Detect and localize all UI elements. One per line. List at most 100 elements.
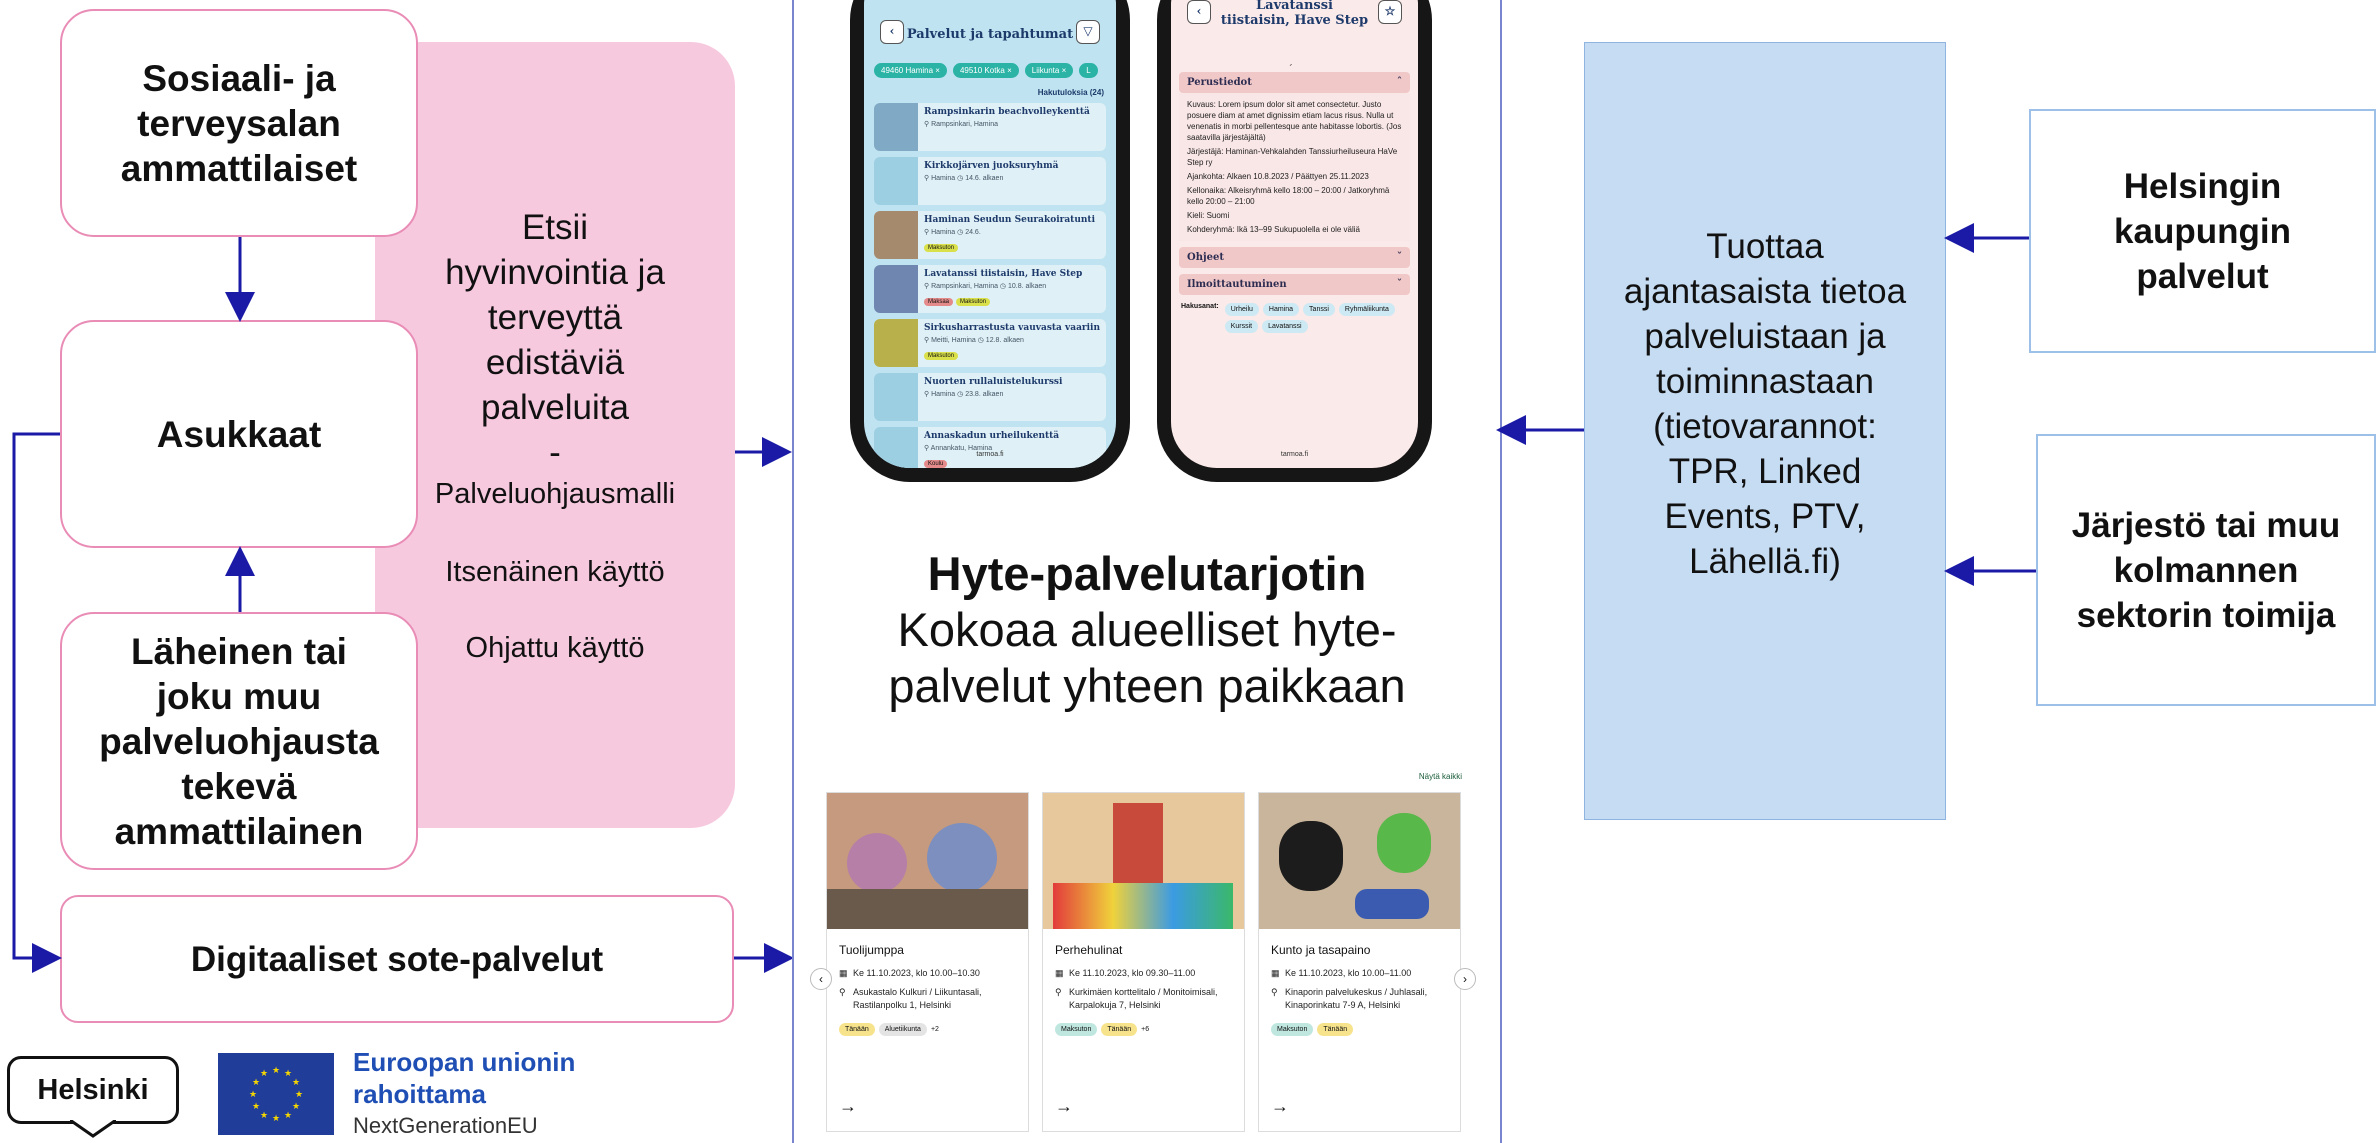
- event-tag: Aluetiikunta: [878, 1023, 927, 1036]
- eu-line-2: rahoittama: [353, 1079, 486, 1109]
- section-guides-label: Ohjeet: [1187, 252, 1224, 263]
- result-tag: Maksuton: [956, 298, 991, 306]
- filter-chip[interactable]: Liikunta ×: [1024, 63, 1074, 78]
- phone-screen: ‹ Lavatanssi tiistaisin, Have Step ☆ Yht…: [1171, 0, 1418, 468]
- result-title: Nuorten rullaluistelukurssi: [924, 377, 1063, 387]
- basic-info-line: Järjestäjä: Haminan-Vehkalahden Tanssiur…: [1187, 147, 1398, 167]
- svg-text:★: ★: [295, 1090, 303, 1100]
- show-all-link[interactable]: Näytä kaikki: [1380, 772, 1462, 781]
- calendar-icon: ▦: [1055, 968, 1064, 978]
- result-item[interactable]: Kirkkojärven juoksuryhmä ⚲ Hamina ◷ 14.6.…: [874, 157, 1106, 205]
- section-signup-label: Ilmoittautuminen: [1187, 279, 1287, 290]
- filter-chip[interactable]: L: [1079, 63, 1098, 78]
- helsinki-logo-tail: [70, 1120, 116, 1138]
- filter-icon[interactable]: ▽: [1076, 20, 1100, 44]
- result-title: Haminan Seudun Seurakoiratunti: [924, 215, 1096, 225]
- result-sub: ⚲ Hamina ◷ 24.6.: [924, 229, 981, 236]
- result-sub: ⚲ Hamina ◷ 14.6. alkaen: [924, 175, 1004, 182]
- keyword-chip[interactable]: Urheilu: [1224, 303, 1259, 316]
- result-title: Lavatanssi tiistaisin, Have Step: [924, 269, 1083, 279]
- event-card-place: ⚲ Asukastalo Kulkuri / Liikuntasali, Rast…: [839, 986, 1016, 1012]
- carousel-next-button[interactable]: ›: [1454, 968, 1476, 990]
- result-item[interactable]: Haminan Seudun Seurakoiratunti ⚲ Hamina ◷…: [874, 211, 1106, 259]
- results-count: Hakutuloksia (24): [1037, 88, 1104, 97]
- keyword-chip[interactable]: Ryhmäliikunta: [1338, 303, 1395, 316]
- event-card[interactable]: Perhehulinat ▦ Ke 11.10.2023, klo 09.30–1…: [1042, 792, 1245, 1132]
- result-item[interactable]: Sirkusharrastusta vauvasta vaariin ⚲ Meit…: [874, 319, 1106, 367]
- left-connectors: [12, 237, 794, 973]
- basic-info-body: Kuvaus: Lorem ipsum dolor sit amet conse…: [1179, 93, 1410, 241]
- helsinki-logo-text: Helsinki: [37, 1073, 149, 1106]
- section-basic-info[interactable]: Perustiedot ˆ: [1179, 72, 1410, 93]
- result-tag: Maksaa: [924, 298, 954, 306]
- section-guides[interactable]: Ohjeet ˇ: [1179, 247, 1410, 268]
- result-thumbnail: [874, 157, 918, 205]
- star-icon[interactable]: ☆: [1378, 0, 1402, 24]
- calendar-icon: ▦: [839, 968, 848, 978]
- arrow-right-icon[interactable]: →: [1055, 1096, 1073, 1117]
- eu-line-3: NextGenerationEU: [353, 1113, 538, 1138]
- event-card-image: [1259, 793, 1460, 929]
- result-sub: ⚲ Hamina ◷ 23.8. alkaen: [924, 391, 1004, 398]
- event-card-date: ▦ Ke 11.10.2023, klo 10.00–10.30: [839, 967, 1016, 980]
- helsinki-services-node: Helsingin kaupungin palvelut: [2029, 109, 2376, 353]
- chevron-up-icon: ˆ: [1397, 77, 1402, 88]
- basic-info-line: Kuvaus: Lorem ipsum dolor sit amet conse…: [1187, 100, 1402, 142]
- result-title: Rampsinkarin beachvolleykenttä: [924, 107, 1090, 117]
- filter-chips: 49460 Hamina × 49510 Kotka × Liikunta × L: [864, 52, 1116, 86]
- arrow-right-icon[interactable]: →: [1271, 1096, 1289, 1117]
- result-title: Annaskadun urheilukenttä: [924, 431, 1060, 441]
- back-icon[interactable]: ‹: [880, 20, 904, 44]
- third-sector-node: Järjestö tai muu kolmannen sektorin toim…: [2036, 434, 2376, 706]
- event-card-date: ▦ Ke 11.10.2023, klo 09.30–11.00: [1055, 967, 1232, 980]
- event-tag-more: +6: [1141, 1026, 1150, 1033]
- result-title: Kirkkojärven juoksuryhmä: [924, 161, 1059, 171]
- event-tag-more: +2: [930, 1026, 939, 1033]
- section-signup[interactable]: Ilmoittautuminen ˇ: [1179, 274, 1410, 295]
- basic-info-line: Kohderyhmä: Ikä 13–99 Sukupuolella ei ol…: [1187, 225, 1361, 234]
- event-title: Lavatanssi tiistaisin, Have Step: [1220, 0, 1369, 28]
- keyword-chip[interactable]: Kurssit: [1224, 320, 1259, 333]
- event-tag: Maksuton: [1055, 1023, 1098, 1036]
- carousel-prev-button[interactable]: ‹: [810, 968, 832, 990]
- keyword-chip[interactable]: Tanssi: [1303, 303, 1335, 316]
- filter-chip[interactable]: 49460 Hamina ×: [874, 63, 947, 78]
- event-card[interactable]: Kunto ja tasapaino ▦ Ke 11.10.2023, klo 1…: [1258, 792, 1461, 1132]
- phone-footer: tarmoa.fi: [1280, 451, 1309, 458]
- eu-flag-icon: ★ ★ ★ ★ ★ ★ ★ ★ ★ ★ ★ ★: [218, 1053, 334, 1135]
- keywords-row: Hakusanat: Urheilu Hamina Tanssi Ryhmäliiku…: [1181, 303, 1408, 337]
- svg-text:★: ★: [284, 1111, 292, 1121]
- back-icon[interactable]: ‹: [1187, 0, 1211, 24]
- result-item[interactable]: Rampsinkarin beachvolleykenttä ⚲ Rampsink…: [874, 103, 1106, 151]
- phone-event-detail: ‹ Lavatanssi tiistaisin, Have Step ☆ Yht…: [1157, 0, 1432, 482]
- org-line: kolmannen: [2113, 550, 2299, 590]
- filter-chip[interactable]: 49510 Kotka ×: [952, 63, 1019, 78]
- basic-info-line: Kieli: Suomi: [1187, 211, 1230, 220]
- keyword-chip[interactable]: Lavatanssi: [1262, 320, 1308, 333]
- location-icon: ⚲: [1271, 987, 1278, 997]
- result-thumbnail: [874, 373, 918, 421]
- event-card-date-text: Ke 11.10.2023, klo 10.00–11.00: [1285, 968, 1412, 978]
- phone-title: Palvelut ja tapahtumat: [906, 27, 1074, 42]
- event-card[interactable]: Tuolijumppa ▦ Ke 11.10.2023, klo 10.00–10…: [826, 792, 1029, 1132]
- keyword-chip[interactable]: Hamina: [1262, 303, 1300, 316]
- hyte-subtitle-line: palvelut yhteen paikkaan: [888, 659, 1406, 712]
- event-tag: Tänään: [1317, 1023, 1354, 1036]
- result-sub: ⚲ Rampsinkari, Hamina ◷ 10.8. alkaen: [924, 283, 1047, 290]
- result-item[interactable]: Annaskadun urheilukenttä ⚲ Annankatu, Ham…: [874, 427, 1106, 468]
- result-item[interactable]: Lavatanssi tiistaisin, Have Step ⚲ Rampsi…: [874, 265, 1106, 313]
- eu-line-1: Euroopan unionin: [353, 1047, 576, 1077]
- event-card-place-text: Kurkimäen korttelitalo / Monitoimisali, …: [1069, 987, 1218, 1010]
- hyte-subtitle-line: Kokoaa alueelliset hyte-: [897, 603, 1397, 656]
- phone-header: ‹ Palvelut ja tapahtumat ▽: [864, 0, 1116, 52]
- arrow-right-icon[interactable]: →: [839, 1096, 857, 1117]
- event-card-image: [827, 793, 1028, 929]
- result-item[interactable]: Nuorten rullaluistelukurssi ⚲ Hamina ◷ 23…: [874, 373, 1106, 421]
- svg-text:★: ★: [272, 1066, 280, 1076]
- event-card-place: ⚲ Kurkimäen korttelitalo / Monitoimisali,…: [1055, 986, 1232, 1012]
- event-tag: Tänään: [1101, 1023, 1138, 1036]
- svg-text:★: ★: [272, 1114, 280, 1124]
- event-card-title: Kunto ja tasapaino: [1271, 943, 1371, 957]
- event-card-title: Perhehulinat: [1055, 943, 1123, 957]
- helsinki-logo: Helsinki: [7, 1056, 179, 1124]
